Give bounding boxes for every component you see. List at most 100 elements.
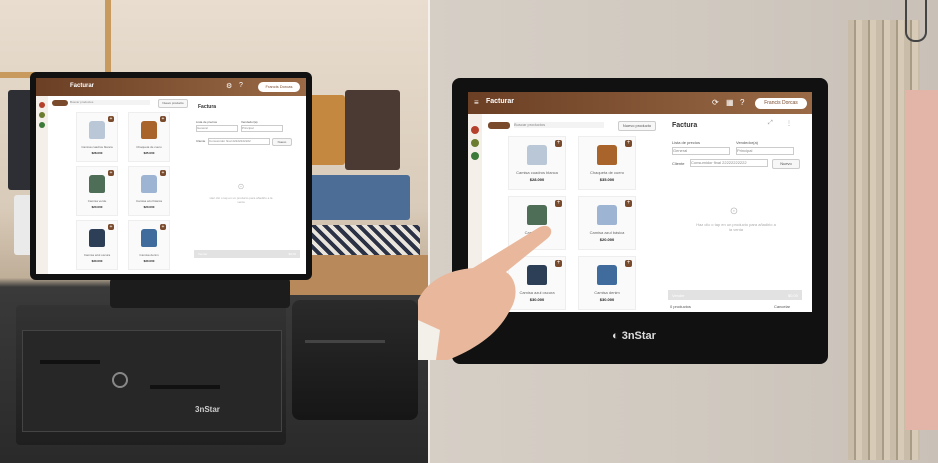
expand-icon[interactable]: ⤢ [768,120,773,127]
add-to-cart-icon[interactable]: + [555,140,562,147]
product-image [141,229,157,247]
product-image [597,205,617,225]
add-to-cart-icon[interactable]: + [108,116,114,122]
refresh-icon[interactable]: ⟳ [712,98,719,107]
product-price: $20.000 [143,205,155,209]
new-client-button[interactable]: Nuevo [272,138,292,146]
product-price: $30.000 [599,297,615,302]
nav-dot-olive[interactable] [39,112,45,118]
client-select[interactable]: Consumidor final 22222222222 [690,159,768,167]
product-name: Camisa azul básica [589,230,625,235]
add-to-cart-icon[interactable]: + [625,260,632,267]
product-image [89,175,105,193]
hanging-pink-shirt [905,90,938,430]
seller-select[interactable]: Principal [241,125,283,132]
add-to-cart-icon[interactable]: + [160,116,166,122]
menu-icon[interactable]: ≡ [474,98,479,107]
product-name: Camisa cuadros blanca [516,170,558,175]
nav-dot-olive[interactable] [471,139,479,147]
nav-dot-green[interactable] [39,122,45,128]
help-icon[interactable]: ? [239,82,243,89]
checkout-total: $0.00 [288,252,296,256]
cash-drawer-slot [150,385,220,389]
folded-denim [300,175,410,220]
seller-select[interactable]: Principal [736,147,794,155]
product-price: $20.000 [91,205,103,209]
user-pill[interactable]: Francis Dorcas [755,98,807,109]
category-tab-active[interactable] [488,122,510,129]
product-price: $28.000 [529,177,545,182]
add-to-cart-icon[interactable]: + [108,224,114,230]
product-name: Camisa cuadros blanca [81,145,113,149]
product-image [89,121,105,139]
cart-empty-icon: ⊙ [237,182,245,191]
client-select[interactable]: Consumidor final 22222222222 [208,138,270,145]
product-card[interactable]: + Camisa verde $20.000 [76,166,118,216]
empty-cart-message: Haz clic o tap en un producto para añadi… [209,196,273,204]
item-count: 0 productos [670,304,691,309]
product-card[interactable]: + Chaqueta de cuero $35.000 [578,136,636,190]
product-card[interactable]: + Camisa azul oscura $30.000 [76,220,118,270]
cash-drawer-front [22,330,282,432]
add-to-cart-icon[interactable]: + [625,200,632,207]
nav-dot-red[interactable] [39,102,45,108]
cart-empty-icon: ⊙ [729,206,739,217]
product-image [597,145,617,165]
product-card[interactable]: + Chaqueta de cuero $35.000 [128,112,170,162]
price-list-select[interactable]: General [672,147,730,155]
product-image [597,265,617,285]
seller-label: Vendedor(a) [241,120,258,124]
nav-dot-green[interactable] [471,152,479,160]
brand-logo-tablet: ◐ 3nStar [612,330,656,342]
product-card[interactable]: + Camisa azul básica $20.000 [128,166,170,216]
product-card[interactable]: + Camisa denim $30.000 [578,256,636,310]
product-name: Camisa verde [87,199,107,203]
left-pos-screen: Facturar ⚙ ? Francis Dorcas Buscar produ… [36,78,306,274]
product-image [141,121,157,139]
new-client-button[interactable]: Nuevo [772,159,800,169]
product-card[interactable]: + Camisa cuadros blanca $28.000 [76,112,118,162]
cancel-link[interactable]: Cancelar [774,304,790,309]
user-pill[interactable]: Francis Dorcas [258,82,300,92]
product-price: $35.000 [599,177,615,182]
printer-slot [305,340,385,343]
search-input[interactable]: Buscar productos [70,100,150,105]
price-list-select[interactable]: General [196,125,238,132]
add-to-cart-icon[interactable]: + [555,200,562,207]
product-price: $30.000 [143,259,155,263]
product-card[interactable]: + Camisa cuadros blanca $28.000 [508,136,566,190]
search-input[interactable]: Buscar productos [514,122,604,128]
hanger [905,0,927,42]
nav-dot-red[interactable] [471,126,479,134]
help-icon[interactable]: ? [740,98,744,107]
product-image [141,175,157,193]
empty-cart-message: Haz clic o tap en un producto para añadi… [696,222,776,232]
new-product-button[interactable]: Nuevo producto [618,121,656,131]
add-to-cart-icon[interactable]: + [160,224,166,230]
product-name: Camisa denim [139,253,159,257]
new-product-button[interactable]: Nuevo producto [158,99,188,108]
product-price: $28.000 [91,151,103,155]
checkout-bar[interactable]: Vender $0.00 [668,290,802,300]
add-to-cart-icon[interactable]: + [625,140,632,147]
app-title: Facturar [486,98,515,105]
add-to-cart-icon[interactable]: + [160,170,166,176]
checkout-label: Vender [672,293,685,298]
client-label: Cliente [672,161,685,166]
settings-icon[interactable]: ⚙ [226,82,232,90]
product-name: Camisa denim [594,290,620,295]
brand-circle-icon: ◐ [612,330,619,342]
calculator-icon[interactable]: ▦ [726,98,734,107]
client-label: Cliente [196,139,206,143]
more-icon[interactable]: ⋮ [786,120,792,127]
checkout-bar[interactable]: Vender $0.00 [194,250,300,258]
checkout-total: $0.00 [787,293,798,298]
add-to-cart-icon[interactable]: + [108,170,114,176]
product-card[interactable]: + Camisa azul básica $20.000 [578,196,636,250]
price-list-label: Lista de precios [196,120,218,124]
category-tab-active[interactable] [52,100,68,106]
app-title: Facturar [70,83,95,89]
product-image [89,229,105,247]
product-card[interactable]: + Camisa denim $30.000 [128,220,170,270]
hand-touching-screen [418,225,552,360]
